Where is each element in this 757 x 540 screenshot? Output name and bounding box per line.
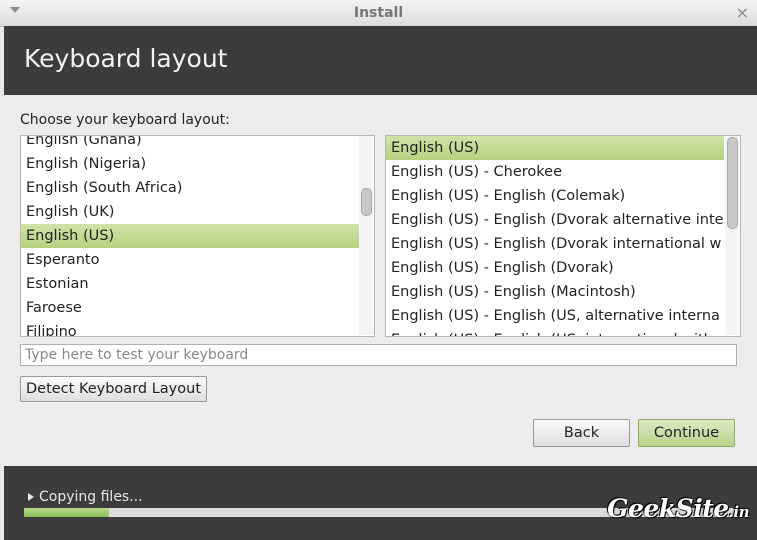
list-item[interactable]: English (US) - English (Dvorak alternati… [386, 208, 724, 232]
page-header: Keyboard layout [4, 26, 757, 95]
list-item[interactable]: English (US) - English (US, internationa… [386, 328, 724, 336]
list-item[interactable]: English (US) - English (Colemak) [386, 184, 724, 208]
list-item[interactable]: English (US) - Cherokee [386, 160, 724, 184]
variant-list-scrollbar[interactable] [725, 136, 739, 335]
close-icon[interactable]: × [736, 3, 749, 22]
list-item[interactable]: English (South Africa) [21, 176, 362, 200]
scrollbar-thumb[interactable] [361, 188, 372, 216]
list-item[interactable]: English (US) - English (Dvorak internati… [386, 232, 724, 256]
scrollbar-thumb[interactable] [727, 137, 738, 229]
watermark-logo: GeekSite.in [607, 494, 749, 523]
list-item[interactable]: Estonian [21, 272, 362, 296]
list-item[interactable]: English (US) - English (Dvorak) [386, 256, 724, 280]
page-title: Keyboard layout [24, 44, 228, 73]
expand-arrow-icon[interactable] [28, 493, 34, 501]
list-item[interactable]: English (Ghana) [21, 136, 362, 152]
list-item[interactable]: Esperanto [21, 248, 362, 272]
list-item[interactable]: English (Nigeria) [21, 152, 362, 176]
layout-list-scrollbar[interactable] [359, 136, 373, 335]
list-item[interactable]: English (US) [21, 224, 362, 248]
back-button[interactable]: Back [533, 419, 630, 447]
install-progress-fill [24, 508, 110, 517]
continue-button[interactable]: Continue [638, 419, 735, 447]
list-item[interactable]: English (UK) [21, 200, 362, 224]
list-item[interactable]: English (US) - English (US, alternative … [386, 304, 724, 328]
list-item[interactable]: English (US) [386, 136, 724, 160]
layout-list[interactable]: English (Ghana) English (Nigeria) English … [20, 135, 375, 337]
window-title: Install [353, 5, 404, 21]
list-item[interactable]: English (US) - English (Macintosh) [386, 280, 724, 304]
window-titlebar: Install × [0, 0, 757, 27]
layout-prompt: Choose your keyboard layout: [20, 112, 230, 128]
detect-layout-button[interactable]: Detect Keyboard Layout [20, 376, 207, 402]
variant-list[interactable]: English (US) English (US) - Cherokee Engli… [385, 135, 741, 337]
install-status[interactable]: Copying files... [28, 489, 143, 505]
list-item[interactable]: Faroese [21, 296, 362, 320]
install-status-label: Copying files... [39, 489, 143, 505]
keyboard-test-input[interactable] [20, 344, 737, 366]
list-item[interactable]: Filipino [21, 320, 362, 336]
